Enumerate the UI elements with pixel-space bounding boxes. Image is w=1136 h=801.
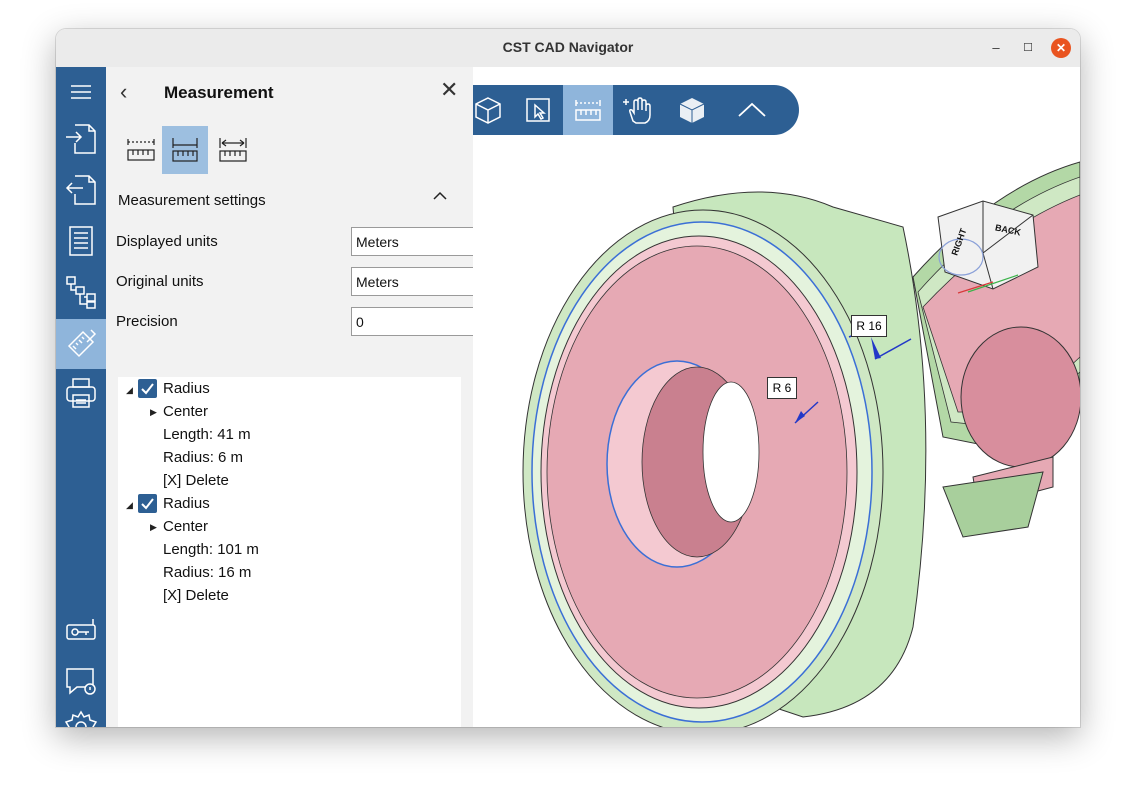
width-measure-icon[interactable]	[210, 126, 256, 174]
section-title: Measurement settings	[118, 192, 266, 209]
print-icon[interactable]	[56, 371, 106, 415]
measurement-2-radius: Radius: 16 m	[163, 564, 252, 581]
measurement-1-checkbox[interactable]	[138, 379, 157, 398]
radius-16-label[interactable]: R 16	[851, 315, 887, 337]
collapsed-triangle-icon[interactable]: ▶	[150, 407, 157, 418]
measurement-panel: ‹ Measurement ✕ Measurement settings Dis…	[106, 67, 494, 727]
panel-title: Measurement	[164, 83, 274, 102]
displayed-units-label: Displayed units	[116, 233, 218, 250]
license-key-icon[interactable]	[56, 609, 106, 653]
tree-structure-icon[interactable]	[56, 270, 106, 314]
expanded-triangle-icon[interactable]: ◢	[126, 500, 133, 511]
box-view-icon[interactable]	[473, 85, 513, 135]
import-icon[interactable]	[56, 117, 106, 161]
measure-ruler-icon[interactable]	[563, 85, 613, 135]
measurement-1-length: Length: 41 m	[163, 426, 251, 443]
export-icon[interactable]	[56, 168, 106, 212]
menu-icon[interactable]	[56, 70, 106, 114]
settings-gear-icon[interactable]	[56, 705, 106, 727]
title-bar: CST CAD Navigator – ☐ ✕	[56, 29, 1080, 68]
measurement-2-checkbox[interactable]	[138, 494, 157, 513]
close-window-button[interactable]: ✕	[1051, 38, 1071, 58]
displayed-units-value: Meters	[356, 234, 399, 250]
collapse-toolbar-icon[interactable]	[727, 85, 777, 135]
select-pointer-icon[interactable]	[513, 85, 563, 135]
radius-measure-icon[interactable]	[162, 126, 208, 174]
expanded-triangle-icon[interactable]: ◢	[126, 385, 133, 396]
original-units-label: Original units	[116, 273, 204, 290]
sidebar-rail	[56, 67, 106, 727]
distance-measure-icon[interactable]	[118, 126, 164, 174]
measurement-tree: ◢ Radius ▶ Center Length: 41 m Radius: 6…	[118, 377, 461, 727]
feedback-icon[interactable]	[56, 659, 106, 703]
measurement-2-name: Radius	[163, 495, 210, 512]
minimize-button[interactable]: –	[986, 38, 1006, 58]
collapsed-triangle-icon[interactable]: ▶	[150, 522, 157, 533]
precision-value: 0	[356, 314, 364, 330]
solid-cube-icon[interactable]	[667, 85, 717, 135]
measurement-2-length: Length: 101 m	[163, 541, 259, 558]
document-icon[interactable]	[56, 219, 106, 263]
measurement-1-radius: Radius: 6 m	[163, 449, 244, 466]
back-button[interactable]: ‹	[120, 81, 127, 103]
view-toolbar	[473, 85, 799, 135]
maximize-button[interactable]: ☐	[1018, 38, 1038, 58]
cad-viewport[interactable]: R 16 R 6 RIGHT BACK	[473, 67, 1080, 727]
close-panel-button[interactable]: ✕	[440, 79, 458, 101]
measurement-1-delete[interactable]: [X] Delete	[163, 472, 229, 489]
window-title: CST CAD Navigator	[502, 39, 634, 55]
original-units-value: Meters	[356, 274, 399, 290]
pan-hand-icon[interactable]	[613, 85, 663, 135]
collapse-caret-icon[interactable]	[432, 189, 448, 207]
measurement-2-delete[interactable]: [X] Delete	[163, 587, 229, 604]
app-window: CST CAD Navigator – ☐ ✕ ‹ Measurement ✕ …	[56, 29, 1080, 727]
radius-6-label[interactable]: R 6	[767, 377, 797, 399]
measurement-1-name: Radius	[163, 380, 210, 397]
measurement-1-center[interactable]: Center	[163, 403, 208, 420]
measurement-tool-icon[interactable]	[56, 319, 106, 369]
precision-label: Precision	[116, 313, 178, 330]
measurement-2-center[interactable]: Center	[163, 518, 208, 535]
